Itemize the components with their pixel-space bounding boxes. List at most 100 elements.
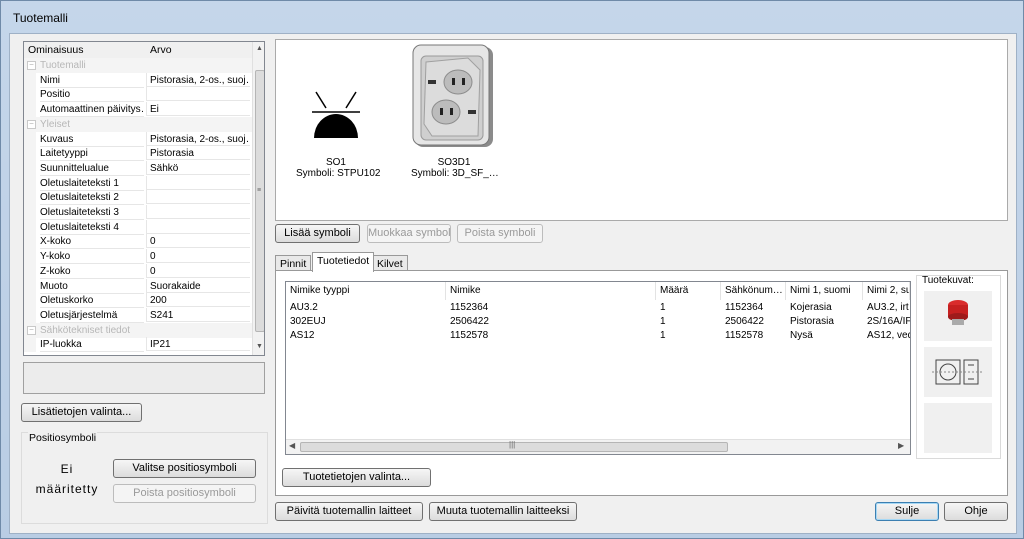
property-key: Laitetyyppi [40, 146, 144, 162]
scroll-down-icon[interactable]: ▼ [256, 343, 263, 350]
row-gutter [24, 234, 36, 250]
property-category-row[interactable]: − Tuotemalli [24, 58, 252, 73]
property-grid[interactable]: Ominaisuus Arvo − Tuotemalli Nimi Pistorasi… [23, 41, 265, 356]
property-row[interactable]: Laitetyyppi Pistorasia [24, 146, 252, 162]
property-value[interactable]: S241 [146, 307, 250, 322]
property-value[interactable]: 0 [146, 263, 250, 278]
change-to-devices-button[interactable]: Muuta tuotemallin laitteeksi [429, 502, 577, 521]
property-value[interactable]: IP21 [146, 337, 250, 352]
property-row[interactable]: Oletuskorko 200 [24, 293, 252, 309]
position-not-defined-line1: Ei [60, 462, 74, 476]
property-category-row[interactable]: − Yleiset [24, 116, 252, 132]
column-header[interactable]: Sähkönum… [721, 282, 786, 300]
scroll-right-icon[interactable]: ▶ [898, 441, 904, 450]
property-category-row[interactable]: − Sähkötekniset tiedot [24, 322, 252, 338]
property-row[interactable]: Oletuslaiteteksti 2 [24, 190, 252, 206]
row-gutter [24, 72, 36, 88]
scroll-thumb[interactable]: ≡ [255, 70, 264, 332]
property-value[interactable]: Suorakaide [146, 278, 250, 293]
property-value[interactable] [146, 175, 250, 190]
property-value[interactable] [146, 219, 250, 234]
table-cell: 302EUJ [290, 316, 326, 327]
table-cell: AS12 [290, 330, 315, 341]
delete-symbol-button[interactable]: Poista symboli [457, 224, 543, 243]
column-header[interactable]: Määrä [656, 282, 721, 300]
property-value[interactable]: Pistorasia, 2-os., suoj… [146, 131, 250, 146]
table-cell: AS12, ved [867, 330, 910, 341]
collapse-icon[interactable]: − [27, 119, 36, 129]
select-position-symbol-button[interactable]: Valitse positiosymboli [113, 459, 256, 478]
property-value[interactable]: 0 [146, 249, 250, 264]
property-key: Oletuslaiteteksti 3 [40, 205, 144, 220]
socket-symbol-icon[interactable] [310, 90, 362, 140]
property-grid-scrollbar[interactable]: ▲ ≡ ▼ [252, 42, 264, 355]
product-info-select-button[interactable]: Tuotetietojen valinta... [282, 468, 431, 487]
table-row[interactable]: AU3.2 1152364 1 1152364 Kojerasia AU3.2, irt [286, 301, 910, 315]
hscroll-thumb[interactable]: ||| [300, 440, 728, 452]
close-button[interactable]: Sulje [875, 502, 939, 521]
property-row[interactable]: X-koko 0 [24, 234, 252, 250]
property-row[interactable]: Z-koko 0 [24, 263, 252, 279]
property-value[interactable]: Pistorasia, 2-os., suoj… [146, 72, 250, 87]
extra-info-button[interactable]: Lisätietojen valinta... [21, 403, 142, 422]
edit-symbol-button[interactable]: Muokkaa symbolia [367, 224, 451, 243]
row-gutter [24, 307, 36, 323]
property-row[interactable]: Y-koko 0 [24, 249, 252, 265]
tab-product-info[interactable]: Tuotetiedot [312, 252, 375, 272]
property-row[interactable]: Oletuslaiteteksti 3 [24, 205, 252, 220]
property-category-label: Yleiset [40, 118, 71, 130]
table-cell: 2506422 [725, 316, 764, 327]
product-image-empty[interactable] [924, 403, 992, 453]
position-symbol-group: Positiosymboli Ei määritetty Valitse pos… [21, 432, 268, 524]
table-row[interactable]: 302EUJ 2506422 1 2506422 Pistorasia 2S/16A/IF [286, 315, 910, 329]
property-value[interactable]: 200 [146, 293, 250, 308]
socket-3d-icon[interactable] [412, 44, 494, 154]
property-row[interactable]: Muoto Suorakaide [24, 278, 252, 294]
property-value[interactable] [146, 190, 250, 205]
property-value[interactable]: 0 [146, 234, 250, 249]
scroll-left-icon[interactable]: ◀ [289, 441, 295, 450]
symbol-preview-area[interactable]: SO1 Symboli: STPU102 SO3D1 Symboli: 3D_S… [275, 39, 1008, 221]
property-value[interactable]: Ei [146, 102, 250, 117]
property-value[interactable] [146, 87, 250, 102]
property-row[interactable]: Suunnittelualue Sähkö [24, 160, 252, 176]
table-row[interactable]: AS12 1152578 1 1152578 Nysä AS12, ved [286, 329, 910, 343]
row-gutter [24, 249, 36, 265]
row-gutter [24, 160, 36, 176]
column-header[interactable]: Nimike tyyppi [286, 282, 446, 300]
product-image-box-icon[interactable] [924, 291, 992, 341]
property-row[interactable]: Kuvaus Pistorasia, 2-os., suoj… [24, 131, 252, 147]
symbol-2-name: SO3D1 [437, 157, 471, 168]
property-row[interactable]: Positio [24, 87, 252, 103]
property-row[interactable]: Oletuslaiteteksti 1 [24, 175, 252, 191]
property-value[interactable]: Pistorasia [146, 146, 250, 161]
collapse-icon[interactable]: − [27, 61, 36, 70]
property-row[interactable]: Oletuslaiteteksti 4 [24, 219, 252, 235]
property-row[interactable]: IP-luokka IP21 [24, 337, 252, 353]
product-table-hscrollbar[interactable]: ◀ ||| ▶ [286, 439, 910, 454]
row-gutter [24, 278, 36, 294]
property-row[interactable]: Automaattinen päivitys… Ei [24, 102, 252, 118]
product-table[interactable]: Nimike tyyppi Nimike Määrä Sähkönum… Nimi 1,… [285, 281, 911, 455]
scroll-up-icon[interactable]: ▲ [256, 45, 263, 52]
product-image-socket-drawing-icon[interactable] [924, 347, 992, 397]
table-cell: 2506422 [450, 316, 489, 327]
property-row[interactable]: Oletusjärjestelmä S241 [24, 307, 252, 323]
column-header[interactable]: Nimi 2, su [863, 282, 910, 300]
property-row[interactable]: Nimi Pistorasia, 2-os., suoj… [24, 72, 252, 88]
row-gutter [24, 87, 36, 103]
title-bar: Tuotemalli [1, 1, 1023, 33]
row-gutter [24, 175, 36, 191]
column-header[interactable]: Nimi 1, suomi [786, 282, 863, 300]
add-symbol-button[interactable]: Lisää symboli [275, 224, 360, 243]
property-key: Positio [40, 87, 144, 103]
property-value[interactable]: Sähkö [146, 160, 250, 175]
help-button[interactable]: Ohje [944, 502, 1008, 521]
delete-position-symbol-button[interactable]: Poista positiosymboli [113, 484, 256, 503]
property-key: X-koko [40, 234, 144, 250]
update-devices-button[interactable]: Päivitä tuotemallin laitteet [275, 502, 423, 521]
column-header[interactable]: Nimike [446, 282, 656, 300]
product-images-label: Tuotekuvat: [922, 275, 974, 286]
collapse-icon[interactable]: − [27, 325, 36, 335]
property-value[interactable] [146, 205, 250, 219]
